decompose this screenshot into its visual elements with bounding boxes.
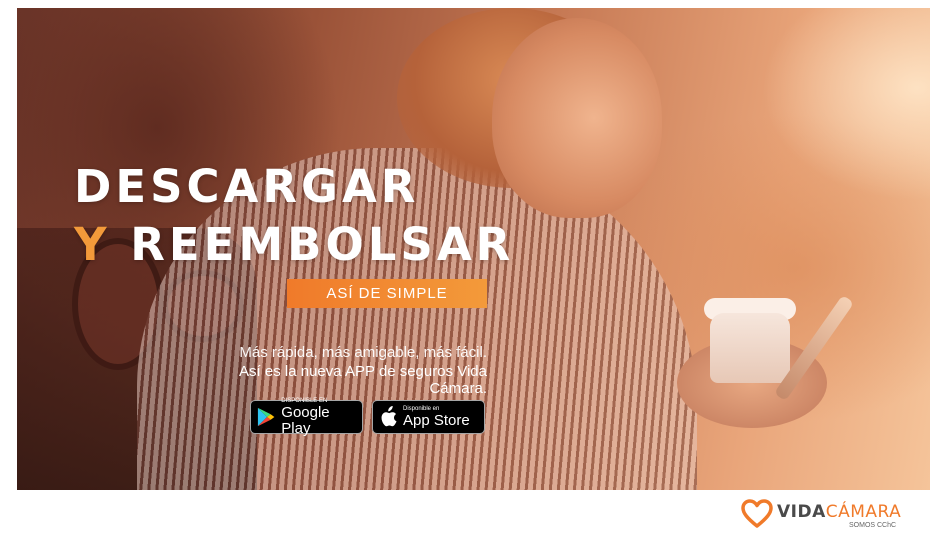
brand-name: VIDACÁMARA (777, 502, 901, 522)
cta-button[interactable]: ASÍ DE SIMPLE (287, 279, 487, 308)
brand-tagline: SOMOS CChC (849, 522, 897, 529)
headline-line2: Y REEMBOLSAR (74, 216, 514, 274)
person-face (492, 18, 662, 218)
app-store-label: Disponible en App Store (403, 406, 470, 429)
headline: DESCARGAR Y REEMBOLSAR (74, 158, 514, 274)
hero-banner: DESCARGAR Y REEMBOLSAR ASÍ DE SIMPLE Más… (17, 8, 930, 490)
google-play-big: Google Play (281, 403, 330, 437)
headline-accent: Y (74, 218, 111, 271)
brand-name-light: CÁMARA (825, 502, 902, 522)
heart-icon (741, 499, 773, 528)
google-play-button[interactable]: DISPONIBLE EN Google Play (250, 398, 363, 437)
apple-icon (381, 406, 397, 427)
coffee-cup (710, 313, 790, 383)
brand-name-bold: VIDA (777, 502, 826, 522)
google-play-label: DISPONIBLE EN Google Play (281, 398, 356, 437)
app-store-big: App Store (403, 411, 470, 429)
google-play-icon (257, 407, 275, 427)
app-store-button[interactable]: Disponible en App Store (372, 400, 485, 434)
subtitle-line2: Así es la nueva APP de seguros Vida Cáma… (239, 363, 487, 397)
headline-line2-text: REEMBOLSAR (130, 218, 515, 271)
headline-line1: DESCARGAR (74, 160, 420, 213)
subtitle-line1: Más rápida, más amigable, más fácil. (239, 344, 487, 361)
